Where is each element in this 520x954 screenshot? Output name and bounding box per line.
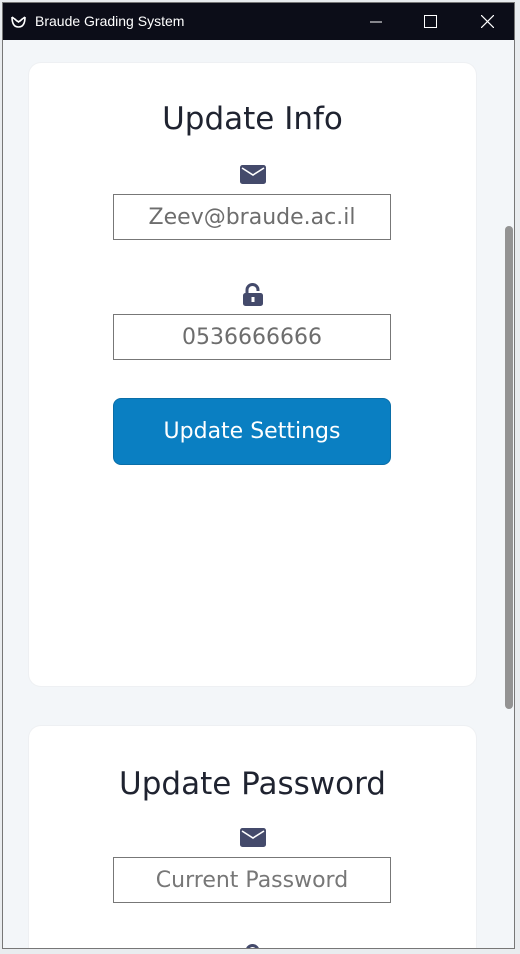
unlock-icon xyxy=(242,283,263,306)
minimize-button[interactable] xyxy=(353,3,399,40)
close-icon xyxy=(480,15,494,28)
current-password-input[interactable] xyxy=(113,857,391,903)
lock-icon xyxy=(245,944,259,948)
app-logo-icon xyxy=(11,16,26,28)
email-input[interactable] xyxy=(113,194,391,240)
maximize-button[interactable] xyxy=(407,3,453,40)
update-password-card: Update Password xyxy=(29,726,476,948)
phone-input[interactable] xyxy=(113,314,391,360)
update-info-title: Update Info xyxy=(162,101,343,137)
minimize-icon xyxy=(370,21,382,22)
vertical-scrollbar[interactable] xyxy=(505,226,513,709)
envelope-icon xyxy=(239,828,266,847)
title-bar: Braude Grading System xyxy=(3,3,514,40)
window-title: Braude Grading System xyxy=(35,13,185,29)
close-button[interactable] xyxy=(464,3,510,40)
update-password-title: Update Password xyxy=(119,766,386,802)
update-info-card: Update Info Update Settings xyxy=(29,63,476,686)
update-settings-button[interactable]: Update Settings xyxy=(113,398,391,465)
envelope-icon xyxy=(239,165,266,184)
maximize-icon xyxy=(423,15,437,28)
app-window: Braude Grading System Update Info Update… xyxy=(2,2,515,949)
